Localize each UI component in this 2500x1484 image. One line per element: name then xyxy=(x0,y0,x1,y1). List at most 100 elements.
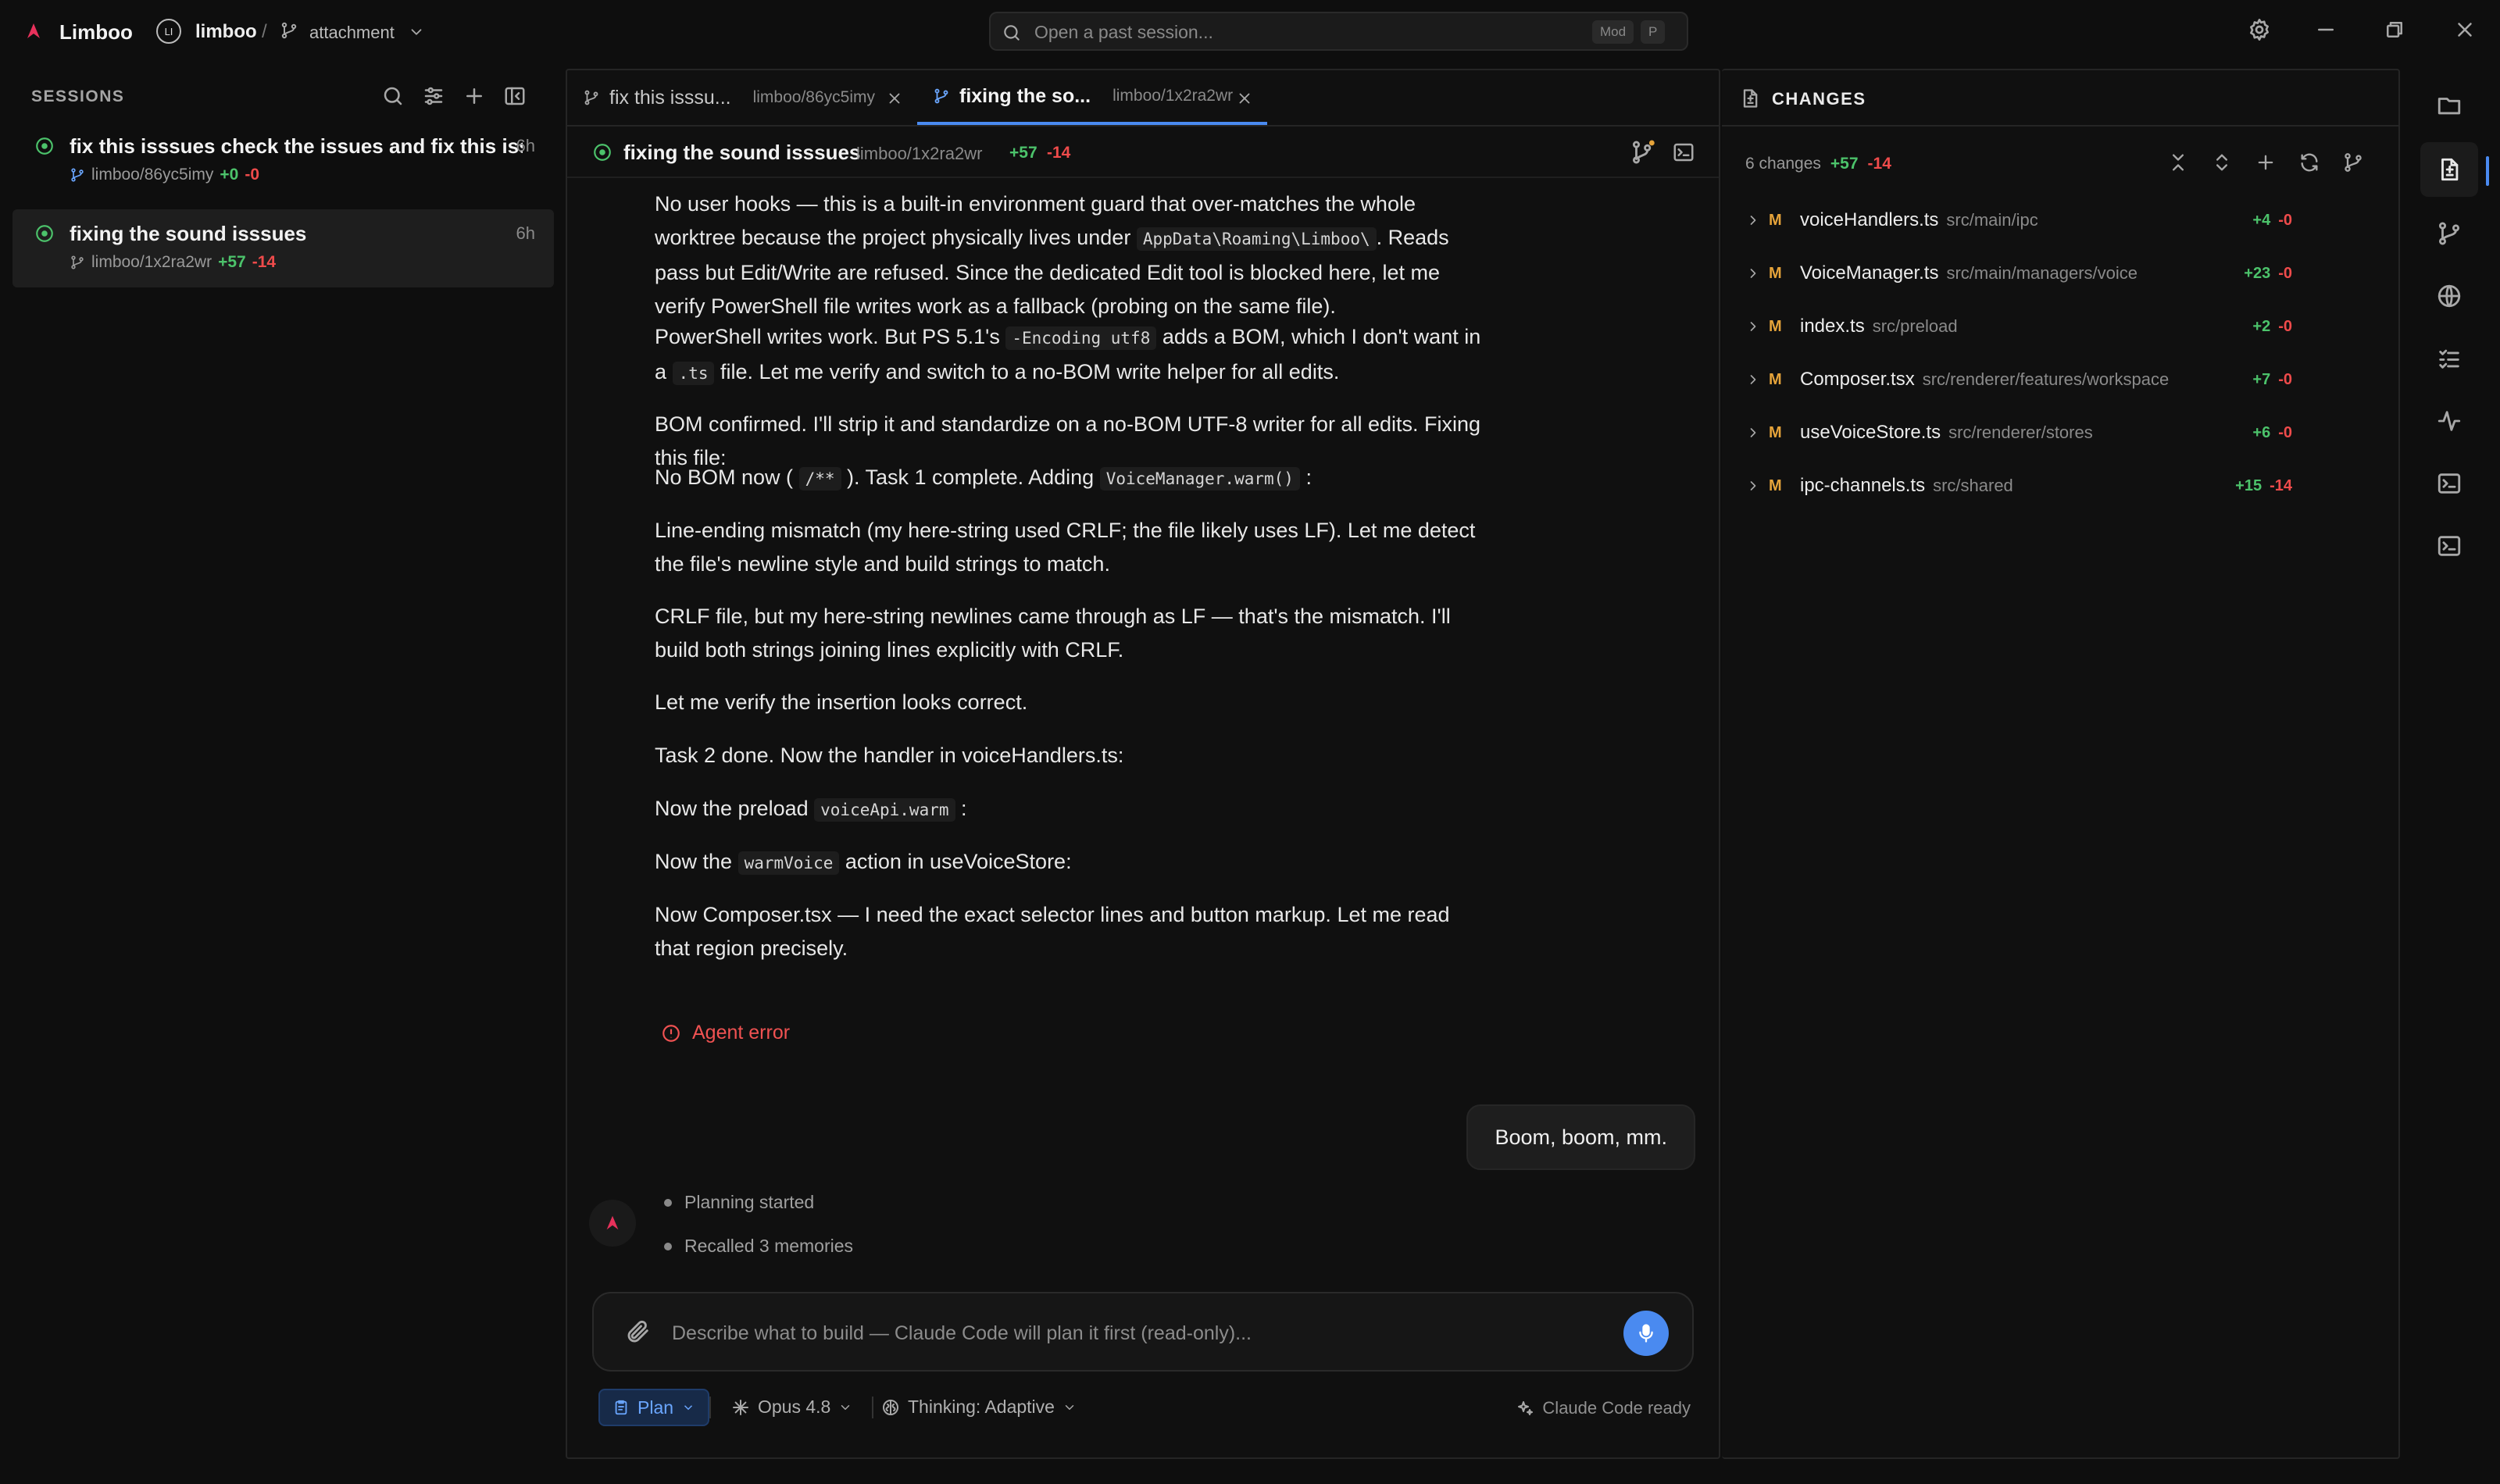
chevron-right-icon[interactable] xyxy=(1745,478,1769,494)
chevron-down-icon[interactable] xyxy=(408,23,425,41)
git-branch-icon xyxy=(584,90,598,105)
step-label: Recalled 3 memories xyxy=(684,1236,854,1256)
checklist-icon[interactable] xyxy=(2420,331,2478,386)
chevron-down-icon xyxy=(841,1404,850,1410)
close-tab-icon[interactable] xyxy=(1236,90,1253,107)
deletions-count: -14 xyxy=(1047,144,1071,162)
session-item[interactable]: fix this isssues check the issues and fi… xyxy=(12,122,554,200)
git-branch-icon xyxy=(71,255,84,269)
folder-icon[interactable] xyxy=(2420,78,2478,133)
inline-code: .ts xyxy=(672,362,715,385)
chevron-right-icon[interactable] xyxy=(1745,212,1769,228)
agent-error-label: Agent error xyxy=(692,1022,791,1043)
file-diff-counts: +15 -14 xyxy=(2235,477,2292,495)
limboo-logo-icon xyxy=(23,21,44,41)
changes-title: CHANGES xyxy=(1772,89,1866,109)
microphone-button[interactable] xyxy=(1623,1311,1669,1356)
paperclip-icon[interactable] xyxy=(625,1318,652,1345)
git-branch-icon xyxy=(71,168,84,182)
assistant-text: Task 2 done. Now the handler in voiceHan… xyxy=(655,744,1124,767)
model-selector[interactable]: Opus 4.8 xyxy=(731,1397,852,1418)
terminal-alt-icon[interactable] xyxy=(2420,519,2478,573)
assistant-text: PowerShell writes work. But PS 5.1's -En… xyxy=(655,320,1491,391)
changed-file-row[interactable]: Mipc-channels.ts src/shared +15 -14 xyxy=(1745,470,2386,501)
chevron-right-icon[interactable] xyxy=(1745,425,1769,441)
repo-badge[interactable]: LI xyxy=(156,19,181,44)
activity-icon[interactable] xyxy=(2420,394,2478,448)
thinking-label: Thinking: Adaptive xyxy=(908,1397,1055,1417)
changed-file-row[interactable]: Mindex.ts src/preload +2 -0 xyxy=(1745,311,2386,342)
search-sessions-icon[interactable] xyxy=(381,84,405,108)
session-search[interactable]: Mod P xyxy=(989,12,1688,51)
collapse-sidebar-icon[interactable] xyxy=(503,84,527,108)
text-run: : xyxy=(961,797,967,820)
changes-summary: 6 changes +57 -14 xyxy=(1745,155,1891,173)
close-tab-icon[interactable] xyxy=(886,90,903,107)
claude-code-status: Claude Code ready xyxy=(1516,1398,1691,1418)
limboo-logo-icon xyxy=(606,1215,619,1230)
agent-error[interactable]: Agent error xyxy=(661,1022,790,1044)
minimize-icon[interactable] xyxy=(2314,17,2338,42)
collapse-all-icon[interactable] xyxy=(2167,152,2189,173)
chevron-right-icon[interactable] xyxy=(1745,319,1769,334)
changed-file-row[interactable]: MvoiceHandlers.ts src/main/ipc +4 -0 xyxy=(1745,205,2386,236)
git-branch-status-icon[interactable] xyxy=(1630,139,1656,166)
session-tabs: fix this isssu... limboo/86yc5imy fixing… xyxy=(567,70,1719,127)
message-list: rule. No user hooks — this is a built-in… xyxy=(567,180,1719,1304)
assistant-text: Let me verify the insertion looks correc… xyxy=(655,690,1028,714)
deletions-count: -0 xyxy=(2278,211,2292,229)
thinking-selector[interactable]: Thinking: Adaptive xyxy=(881,1397,1077,1418)
deletions-count: -0 xyxy=(2278,370,2292,388)
repo-name[interactable]: limboo xyxy=(195,21,257,43)
file-name: Composer.tsx xyxy=(1800,369,1915,390)
tab-session-2[interactable]: fixing the so... limboo/1x2ra2wr xyxy=(917,70,1267,125)
text-run: Now the preload xyxy=(655,797,809,820)
divider xyxy=(709,1397,711,1418)
stage-all-icon[interactable] xyxy=(2255,152,2277,173)
file-path: src/renderer/features/workspace xyxy=(1922,369,2170,389)
error-icon xyxy=(662,1024,680,1042)
session-status-icon xyxy=(34,136,55,156)
session-status-icon xyxy=(34,223,55,244)
expand-all-icon[interactable] xyxy=(2211,152,2233,173)
gear-icon[interactable] xyxy=(2247,17,2272,42)
restore-window-icon[interactable] xyxy=(2383,17,2406,42)
sparkles-icon xyxy=(1518,1401,1534,1415)
changes-header: CHANGES xyxy=(1722,70,2398,127)
terminal-icon[interactable] xyxy=(2420,456,2478,511)
sessions-sidebar: SESSIONS fix this isssues check the issu… xyxy=(0,69,556,1459)
refresh-icon[interactable] xyxy=(2298,152,2320,173)
file-path: src/shared xyxy=(1933,476,2013,495)
changed-file-row[interactable]: M Composer.tsx src/renderer/features/works… xyxy=(1745,364,2386,395)
additions-count: +0 xyxy=(220,166,239,184)
mode-plan-button[interactable]: Plan xyxy=(598,1389,710,1426)
changed-file-row[interactable]: M VoiceManager.ts src/main/managers/voice +… xyxy=(1745,258,2386,289)
git-branch-icon[interactable] xyxy=(2342,152,2364,173)
terminal-icon[interactable] xyxy=(1672,141,1695,164)
file-status-badge: M xyxy=(1769,370,1782,388)
additions-count: +15 xyxy=(2235,476,2262,494)
close-window-icon[interactable] xyxy=(2453,17,2477,42)
globe-icon[interactable] xyxy=(2420,269,2478,323)
git-branch-icon xyxy=(280,21,298,40)
filter-icon[interactable] xyxy=(422,84,445,108)
changed-file-row[interactable]: MuseVoiceStore.ts src/renderer/stores +6 -0 xyxy=(1745,417,2386,448)
file-path: src/main/managers/voice xyxy=(1946,263,2138,283)
chevron-right-icon[interactable] xyxy=(1745,266,1769,281)
session-item-active[interactable]: fixing the sound isssues 6h limboo/1x2ra… xyxy=(12,209,554,287)
search-input[interactable] xyxy=(1034,21,1519,43)
file-path: src/preload xyxy=(1872,316,1958,336)
git-branch-icon[interactable] xyxy=(2420,206,2478,261)
chevron-right-icon[interactable] xyxy=(1745,372,1769,387)
session-status-icon xyxy=(592,142,612,162)
session-title: fixing the sound isssues xyxy=(70,222,307,245)
composer-toolbar: Plan Opus 4.8 Thinking: Adaptive Claude … xyxy=(567,1387,1719,1434)
tab-session-1[interactable]: fix this isssu... limboo/86yc5imy xyxy=(567,70,917,125)
inline-code: VoiceManager.warm() xyxy=(1099,467,1300,491)
mode-label: Plan xyxy=(638,1397,674,1418)
additions-count: +57 xyxy=(218,253,246,271)
branch-selector[interactable]: attachment xyxy=(309,23,395,43)
new-session-icon[interactable] xyxy=(462,84,486,108)
prompt-input[interactable] xyxy=(672,1320,1594,1347)
changes-rail-icon[interactable] xyxy=(2420,142,2478,197)
